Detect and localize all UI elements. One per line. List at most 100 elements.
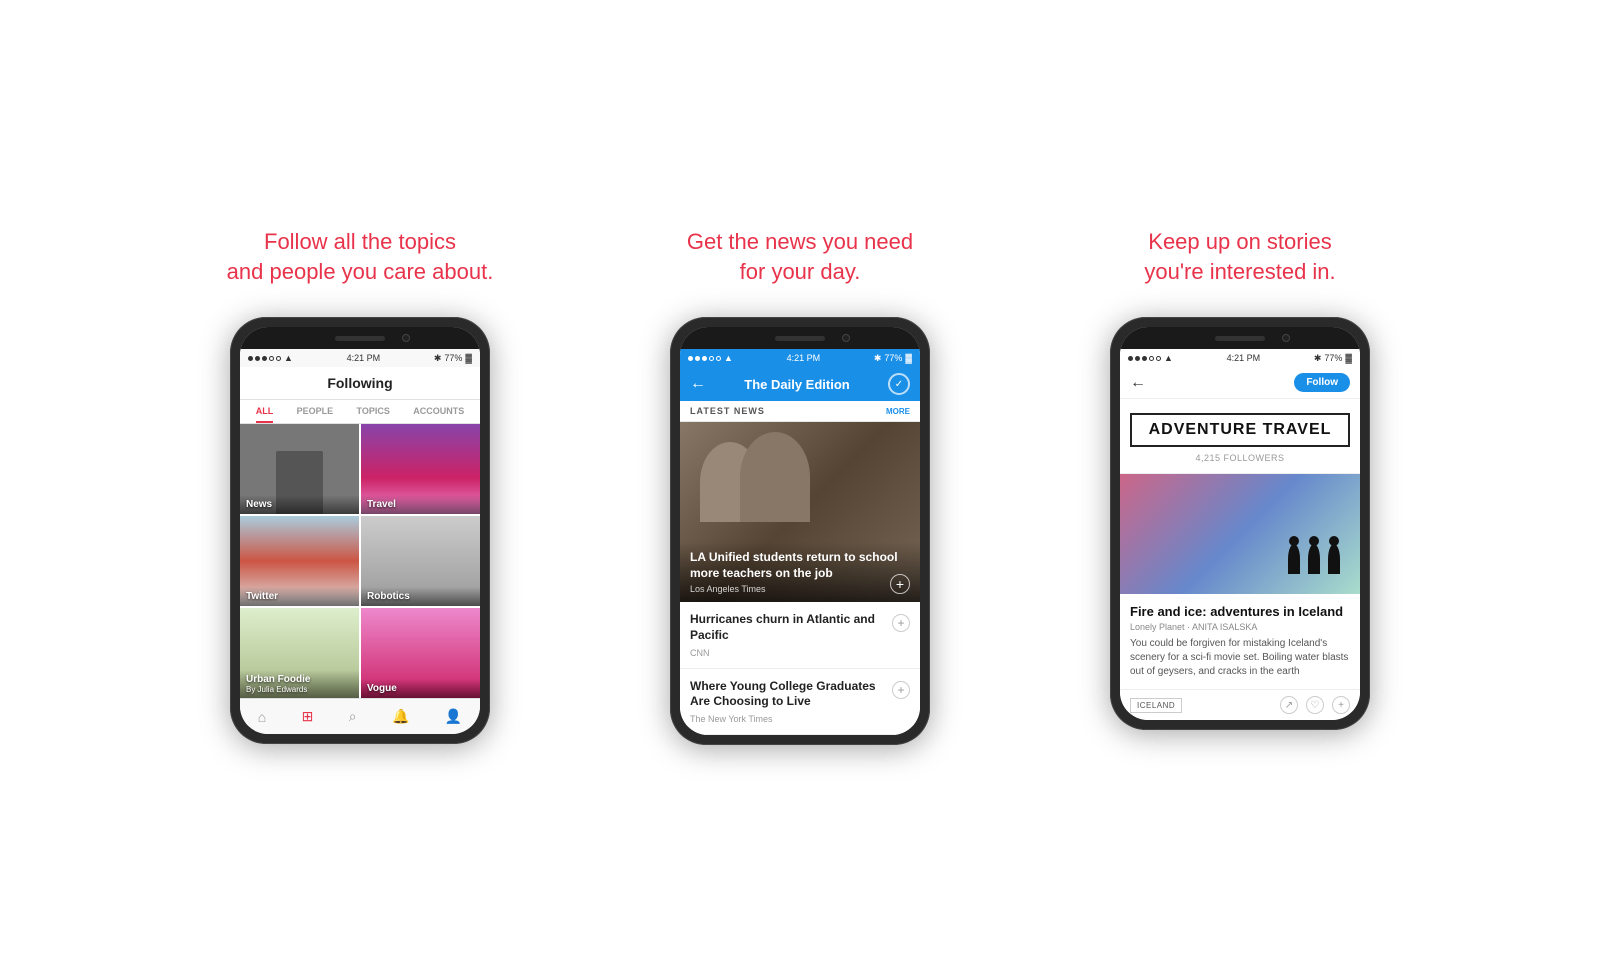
search-icon[interactable]: ⌕ — [349, 708, 357, 725]
phone-2-screen: ▲ 4:21 PM ✱ 77% ▓ ← The Daily Edition ✓ — [680, 327, 920, 734]
phone-2-top-bar — [680, 327, 920, 349]
grid-cell-travel[interactable]: Travel — [361, 424, 480, 514]
phone-2-camera — [842, 334, 850, 342]
article-text: You could be forgiven for mistaking Icel… — [1130, 637, 1350, 679]
following-title: Following — [327, 375, 392, 391]
topics-grid: News Travel Twitter Robotics — [240, 424, 480, 698]
phone-speaker — [335, 336, 385, 341]
tagline-2: Get the news you needfor your day. — [687, 227, 913, 297]
grid-cell-robotics[interactable]: Robotics — [361, 516, 480, 606]
b3dot1 — [1128, 356, 1133, 361]
topic-title-box: ADVENTURE TRAVEL — [1130, 413, 1350, 447]
phone-2-speaker — [775, 336, 825, 341]
news-item-2-headline: Where Young College Graduates Are Choosi… — [690, 679, 892, 710]
news-add-1[interactable]: + — [892, 614, 910, 632]
phone-2: ▲ 4:21 PM ✱ 77% ▓ ← The Daily Edition ✓ — [670, 317, 930, 744]
dot5 — [276, 356, 281, 361]
tagline-1: Follow all the topicsand people you care… — [227, 227, 494, 297]
hero-news-item[interactable]: LA Unified students return to school mor… — [680, 422, 920, 602]
hero-overlay: LA Unified students return to school mor… — [680, 542, 920, 602]
tag-badge[interactable]: ICELAND — [1130, 698, 1182, 713]
following-header: Following — [240, 367, 480, 400]
back-arrow-2[interactable]: ← — [690, 375, 706, 393]
battery-icon: ▓ — [465, 353, 472, 363]
grid-cell-vogue[interactable]: Vogue — [361, 608, 480, 698]
phone-2-status-bar: ▲ 4:21 PM ✱ 77% ▓ — [680, 349, 920, 367]
wdot2 — [695, 356, 700, 361]
latest-news-bar: LATEST NEWS MORE — [680, 401, 920, 422]
more-label[interactable]: MORE — [886, 407, 910, 416]
b3dot2 — [1135, 356, 1140, 361]
grid-icon[interactable]: ⊞ — [302, 708, 314, 725]
add-icon[interactable]: + — [1332, 696, 1350, 714]
phone-1-status-bar: ▲ 4:21 PM ✱ 77% ▓ — [240, 349, 480, 367]
topic-image — [1120, 474, 1360, 594]
tab-topics[interactable]: TOPICS — [357, 406, 390, 423]
following-tabs: ALL PEOPLE TOPICS ACCOUNTS — [240, 400, 480, 424]
article-footer: ICELAND ↗ ♡ + — [1120, 690, 1360, 720]
bell-icon[interactable]: 🔔 — [392, 708, 409, 725]
phone-3-status-bar: ▲ 4:21 PM ✱ 77% ▓ — [1120, 349, 1360, 367]
topic-header: ADVENTURE TRAVEL 4,215 FOLLOWERS — [1120, 399, 1360, 474]
status-left: ▲ — [248, 353, 293, 363]
status-time-3: 4:21 PM — [1227, 353, 1261, 363]
article-preview[interactable]: Fire and ice: adventures in Iceland Lone… — [1120, 594, 1360, 690]
grid-cell-twitter[interactable]: Twitter — [240, 516, 359, 606]
daily-nav-bar: ← The Daily Edition ✓ — [680, 367, 920, 401]
tab-people[interactable]: PEOPLE — [297, 406, 334, 423]
robotics-label: Robotics — [361, 587, 480, 606]
wifi-icon-3: ▲ — [1164, 353, 1173, 363]
phone-3-screen: ▲ 4:21 PM ✱ 77% ▓ ← Follow — [1120, 327, 1360, 720]
signal-dots-3 — [1128, 356, 1161, 361]
wdot4 — [709, 356, 714, 361]
tab-accounts[interactable]: ACCOUNTS — [413, 406, 464, 423]
status-right-2: ✱ 77% ▓ — [874, 353, 912, 364]
dot4 — [269, 356, 274, 361]
check-circle[interactable]: ✓ — [888, 373, 910, 395]
phone-3-camera — [1282, 334, 1290, 342]
status-left-2: ▲ — [688, 353, 733, 363]
silhouette-2 — [1308, 544, 1320, 574]
dot2 — [255, 356, 260, 361]
silhouettes — [1288, 544, 1340, 574]
bluetooth-icon-3: ✱ — [1314, 353, 1322, 364]
share-icon[interactable]: ↗ — [1280, 696, 1298, 714]
phone-3-speaker — [1215, 336, 1265, 341]
news-item-2[interactable]: Where Young College Graduates Are Choosi… — [680, 669, 920, 735]
phone-1-top-bar — [240, 327, 480, 349]
heart-icon[interactable]: ♡ — [1306, 696, 1324, 714]
bluetooth-icon-2: ✱ — [874, 353, 882, 364]
news-item-2-source: The New York Times — [690, 714, 892, 724]
news-add-2[interactable]: + — [892, 681, 910, 699]
home-icon[interactable]: ⌂ — [258, 709, 266, 725]
phone-column-1: Follow all the topicsand people you care… — [170, 227, 550, 744]
hero-source: Los Angeles Times — [690, 584, 910, 594]
news-item-1[interactable]: Hurricanes churn in Atlantic and Pacific… — [680, 602, 920, 668]
article-title: Fire and ice: adventures in Iceland — [1130, 604, 1350, 619]
latest-news-label: LATEST NEWS — [690, 406, 765, 416]
b3dot4 — [1149, 356, 1154, 361]
news-item-1-content: Hurricanes churn in Atlantic and Pacific… — [690, 612, 892, 657]
daily-edition-title: The Daily Edition — [706, 377, 888, 392]
vogue-label: Vogue — [361, 679, 480, 698]
follow-button[interactable]: Follow — [1294, 373, 1350, 392]
status-time: 4:21 PM — [347, 353, 381, 363]
status-right-3: ✱ 77% ▓ — [1314, 353, 1352, 364]
phone-1: ▲ 4:21 PM ✱ 77% ▓ Following ALL PEOPL — [230, 317, 490, 744]
news-label: News — [240, 495, 359, 514]
wifi-icon: ▲ — [284, 353, 293, 363]
phone-3: ▲ 4:21 PM ✱ 77% ▓ ← Follow — [1110, 317, 1370, 730]
grid-cell-foodie[interactable]: Urban FoodieBy Julia Edwards — [240, 608, 359, 698]
back-arrow-3[interactable]: ← — [1130, 374, 1146, 392]
topic-title: ADVENTURE TRAVEL — [1149, 421, 1332, 438]
bottom-nav: ⌂ ⊞ ⌕ 🔔 👤 — [240, 698, 480, 734]
dot3 — [262, 356, 267, 361]
battery-icon-2: ▓ — [905, 353, 912, 363]
tab-all[interactable]: ALL — [256, 406, 274, 423]
main-container: Follow all the topicsand people you care… — [0, 197, 1600, 774]
battery-icon-3: ▓ — [1345, 353, 1352, 363]
battery-level: 77% — [444, 353, 462, 363]
grid-cell-news[interactable]: News — [240, 424, 359, 514]
profile-icon[interactable]: 👤 — [445, 708, 462, 725]
status-time-2: 4:21 PM — [787, 353, 821, 363]
